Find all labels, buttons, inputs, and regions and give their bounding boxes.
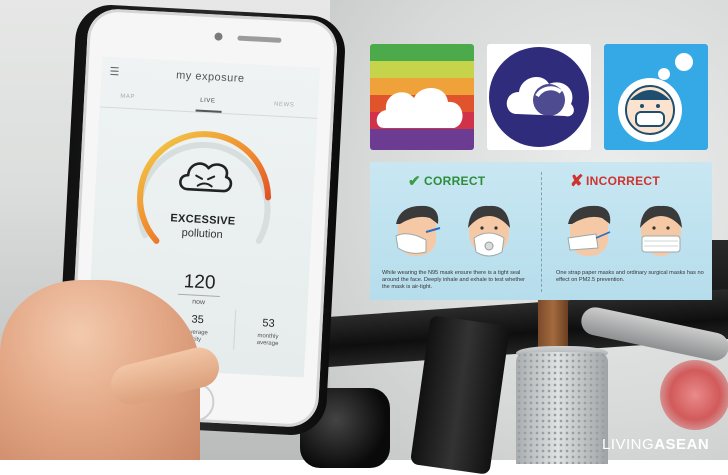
earpiece [237,35,282,43]
correct-heading: CORRECT [424,174,486,188]
app-title: my exposure [175,69,245,85]
stat-divider [233,309,237,350]
front-camera [214,32,223,41]
watermark-part1: LIVING [602,436,655,453]
stat-monthly-average: 53 monthly average [237,316,298,349]
incorrect-heading: INCORRECT [586,174,661,188]
red-light-blur [660,360,728,430]
watermark-part2: ASEAN [654,436,710,453]
sad-cloud-icon [179,162,233,193]
stat-value: 53 [262,317,275,330]
checkmark-icon: ✔ [408,173,421,190]
rainbow-cloud-app-icon[interactable] [370,44,474,150]
active-tab-indicator [195,109,222,113]
mask-face-bubble-app-icon[interactable] [604,44,708,150]
face-front-surgical-mask-icon [640,205,682,256]
cross-icon: ✘ [570,173,584,190]
mask-infographic: ✔ CORRECT ✘ INCORRECT While wearing the … [370,162,712,300]
tab-live[interactable]: LIVE [200,98,216,105]
stat-label: monthly average [256,333,279,348]
site-watermark: LIVINGASEAN [602,436,709,453]
incorrect-caption: One strap paper masks and ordinary surgi… [556,270,704,284]
face-front-n95-mask-icon [468,205,510,257]
face-side-n95-mask-icon [395,205,441,256]
overlapping-circles-cloud-app-icon[interactable] [487,44,591,150]
correct-caption: While wearing the N95 mask ensure there … [382,270,526,291]
face-side-paper-mask-icon [567,205,611,256]
panel-divider [541,172,542,292]
tab-news[interactable]: NEWS [274,102,295,109]
tab-map[interactable]: MAP [120,94,135,101]
air-quality-sensor-device [516,352,608,464]
